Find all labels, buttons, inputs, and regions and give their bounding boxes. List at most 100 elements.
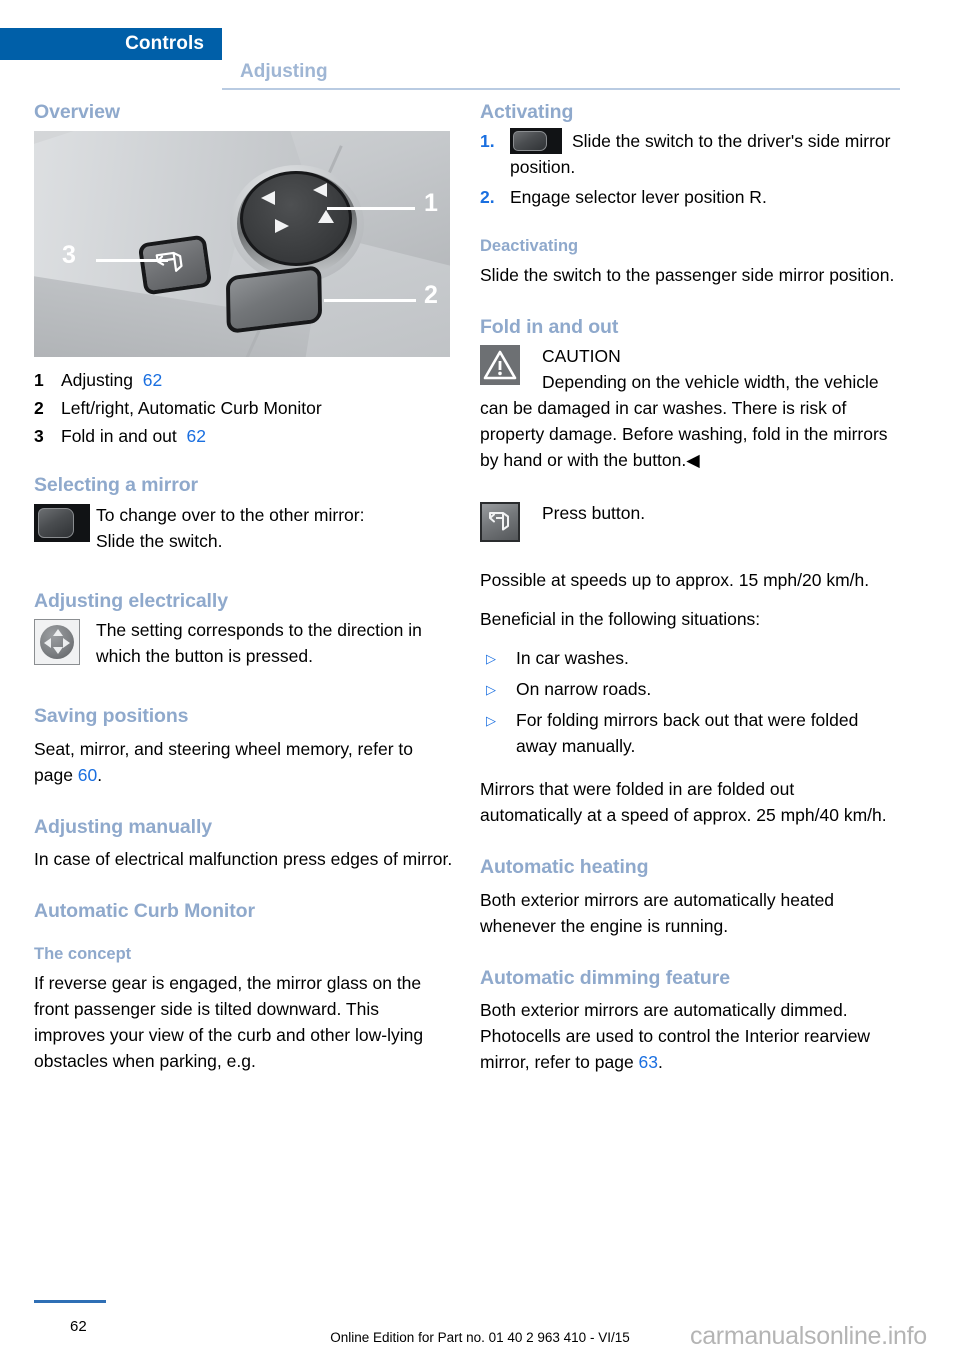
adjusting-electrically-heading: Adjusting electrically xyxy=(34,589,228,612)
selecting-a-mirror-heading: Selecting a mirror xyxy=(34,474,199,497)
adjusting-manually-text: In case of electrical malfunction press … xyxy=(34,848,453,869)
saving-positions-text-after: . xyxy=(97,764,103,785)
automatic-heating-heading: Automatic heating xyxy=(480,856,649,879)
callout-number-2: 2 xyxy=(424,281,438,310)
fold-in-and-out-heading: Fold in and out xyxy=(480,316,619,338)
tab-adjusting-label: Adjusting xyxy=(240,61,328,82)
figure-rocker-switch xyxy=(225,265,323,335)
callout-number-1: 1 xyxy=(424,189,438,218)
automatic-heating-text: Both exterior mirrors are automatically … xyxy=(480,889,835,936)
watermark-text: carmanualsonline.info xyxy=(690,1322,927,1350)
footer-divider xyxy=(34,1300,106,1303)
figure-joystick-arrow-lower-left-icon xyxy=(275,219,289,234)
mirror-select-switch-icon xyxy=(510,128,562,155)
right-column: Activating 1. Slide the switch to the dr… xyxy=(480,100,900,1075)
automatic-dimming-text: Both exterior mirrors are automatically … xyxy=(480,997,900,1075)
legend-text: Left/right, Automatic Curb Monitor xyxy=(61,395,454,421)
legend-page-link[interactable]: 62 xyxy=(187,426,206,446)
joystick-arrow-left-icon xyxy=(44,638,51,649)
adjusting-electrically-block: The setting corresponds to the direction… xyxy=(34,617,454,669)
bullet-label: For folding mirrors back out that were f… xyxy=(516,710,859,757)
triangle-bullet-icon: ▷ xyxy=(486,682,496,698)
saving-positions-text: Seat, mirror, and steering wheel memory,… xyxy=(34,736,454,788)
callout-line-3 xyxy=(96,259,168,263)
automatic-dimming-page-link[interactable]: 63 xyxy=(639,1052,658,1072)
automatic-dimming-text-after: . xyxy=(658,1052,663,1073)
overview-legend: 1 Adjusting 62 2 Left/right, Automatic C… xyxy=(34,367,454,449)
legend-item: 2 Left/right, Automatic Curb Monitor xyxy=(34,395,454,421)
bullet-label: In car washes. xyxy=(516,648,629,669)
press-button-text: Press button. xyxy=(542,503,646,524)
caution-title: CAUTION xyxy=(542,346,621,367)
selecting-a-mirror-line1: To change over to the other mirror: xyxy=(96,504,365,525)
legend-label: Adjusting xyxy=(61,370,133,391)
mirror-controls-figure: 1 2 3 xyxy=(34,131,450,358)
legend-number: 2 xyxy=(34,398,44,419)
saving-positions-heading: Saving positions xyxy=(34,705,189,728)
press-button-block: Press button. xyxy=(480,500,900,543)
legend-item: 1 Adjusting 62 xyxy=(34,367,454,393)
legend-label: Left/right, Automatic Curb Monitor xyxy=(61,398,322,419)
list-item: ▷ On narrow roads. xyxy=(480,676,900,704)
activating-step-1: 1. Slide the switch to the driver's side… xyxy=(480,128,900,180)
list-item: ▷ For folding mirrors back out that were… xyxy=(480,707,900,759)
joystick-arrow-up-icon xyxy=(53,629,63,637)
page-header: Controls Adjusting xyxy=(0,28,960,90)
callout-line-2 xyxy=(324,299,416,303)
deactivating-heading: Deactivating xyxy=(480,237,579,256)
caution-block: CAUTION Depending on the vehicle width, … xyxy=(480,343,900,473)
figure-joystick-arrow-upper-left-icon xyxy=(261,191,275,206)
joystick-arrow-right-icon xyxy=(63,638,70,649)
activating-heading: Activating xyxy=(480,101,574,123)
selecting-a-mirror-block: To change over to the other mirror: Slid… xyxy=(34,502,454,554)
activating-step-2: 2. Engage selector lever position R. xyxy=(480,184,900,210)
tab-controls-label: Controls xyxy=(125,33,204,54)
legend-page-link[interactable]: 62 xyxy=(143,370,162,390)
speed-note-text: Possible at speeds up to approx. 15 mph/… xyxy=(480,570,870,591)
auto-unfold-note-text: Mirrors that were folded in are folded o… xyxy=(480,779,887,826)
legend-text: Fold in and out 62 xyxy=(61,423,454,449)
caution-text: Depending on the vehicle width, the vehi… xyxy=(480,372,888,471)
legend-text: Adjusting 62 xyxy=(61,367,454,393)
header-divider xyxy=(222,88,900,90)
mirror-select-switch-icon xyxy=(34,503,90,542)
fold-mirror-button-icon xyxy=(480,502,520,543)
figure-joystick-face xyxy=(240,171,352,267)
adjusting-manually-heading: Adjusting manually xyxy=(34,815,213,838)
automatic-dimming-heading: Automatic dimming feature xyxy=(480,966,730,989)
legend-label: Fold in and out xyxy=(61,426,177,447)
deactivating-text: Slide the switch to the passenger side m… xyxy=(480,265,895,285)
triangle-bullet-icon: ▷ xyxy=(486,713,496,729)
overview-heading: Overview xyxy=(34,101,120,123)
tab-controls[interactable]: Controls xyxy=(0,28,222,60)
legend-item: 3 Fold in and out 62 xyxy=(34,423,454,449)
warning-triangle-icon xyxy=(480,345,520,386)
figure-joystick-arrow-upper-right-icon xyxy=(313,183,327,198)
the-concept-subheading: The concept xyxy=(34,945,132,964)
step-number: 2. xyxy=(480,187,495,208)
legend-number: 1 xyxy=(34,370,44,391)
beneficial-intro-text: Beneficial in the following situations: xyxy=(480,609,761,630)
callout-line-1 xyxy=(327,207,415,211)
step-2-label: Engage selector lever position R. xyxy=(510,187,767,208)
step-text: Slide the switch to the driver's side mi… xyxy=(510,128,900,180)
saving-positions-page-link[interactable]: 60 xyxy=(78,765,97,785)
bullet-label: On narrow roads. xyxy=(516,679,652,700)
left-column: Overview 1 2 3 1 Adjusting 62 2 Left/rig… xyxy=(34,100,454,1074)
joystick-arrow-down-icon xyxy=(53,647,63,655)
list-item: ▷ In car washes. xyxy=(480,645,900,673)
callout-number-3: 3 xyxy=(62,241,76,270)
joystick-icon xyxy=(34,619,80,666)
the-concept-text: If reverse gear is engaged, the mirror g… xyxy=(34,972,424,1071)
